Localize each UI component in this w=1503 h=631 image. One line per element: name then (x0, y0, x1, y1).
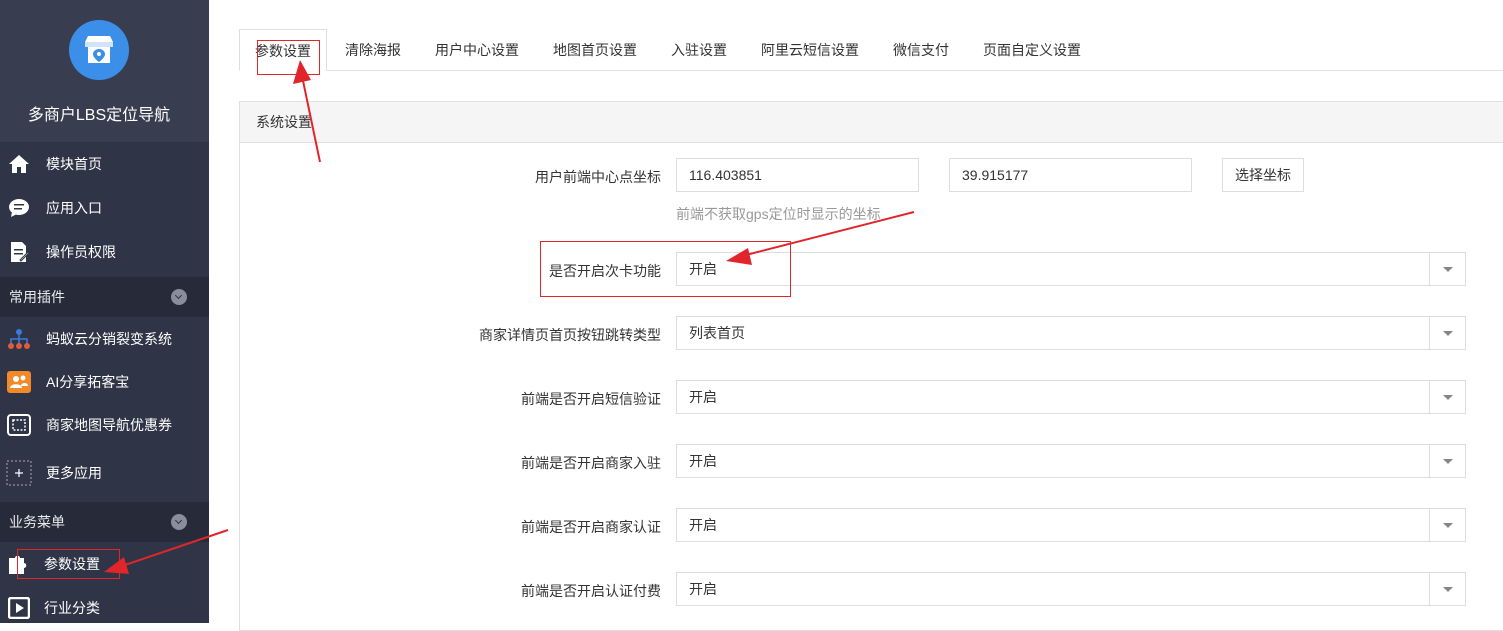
coord-label: 用户前端中心点坐标 (535, 169, 661, 185)
chevron-down-icon (1429, 509, 1465, 541)
auth-payment-select[interactable]: 开启 (676, 572, 1466, 606)
field-label: 前端是否开启认证付费 (521, 583, 661, 599)
sidebar-item-label: 操作员权限 (46, 244, 116, 260)
annotation-box-tab (257, 40, 320, 75)
sidebar-item-ai-share[interactable]: AI分享拓客宝 (0, 362, 209, 402)
app-name: 多商户LBS定位导航 (27, 107, 171, 124)
chevron-down-icon (1429, 445, 1465, 477)
sidebar-group-common-plugins[interactable]: 常用插件 (0, 277, 209, 317)
select-value: 列表首页 (689, 325, 745, 341)
tab-clear-posters[interactable]: 清除海报 (335, 29, 411, 71)
field-label: 商家详情页首页按钮跳转类型 (479, 327, 661, 343)
logo-area: 多商户LBS定位导航 (0, 0, 209, 142)
sidebar-item-operator-permissions[interactable]: 操作员权限 (0, 232, 209, 272)
store-logo-icon (69, 20, 129, 80)
sidebar-item-app-entry[interactable]: 应用入口 (0, 188, 209, 228)
select-value: 开启 (689, 581, 717, 597)
home-icon (4, 152, 34, 176)
annotation-box-card-function (540, 241, 791, 297)
sidebar-item-industry-category[interactable]: 行业分类 (0, 588, 209, 628)
document-edit-icon (4, 240, 34, 264)
field-label: 前端是否开启短信验证 (521, 391, 661, 407)
network-tree-icon (4, 327, 34, 351)
merchant-auth-select[interactable]: 开启 (676, 508, 1466, 542)
sidebar-item-distribution[interactable]: 蚂蚁云分销裂变系统 (0, 319, 209, 359)
sidebar-item-label: 应用入口 (46, 200, 102, 216)
sidebar-item-label: 更多应用 (46, 465, 102, 481)
sidebar-item-more-apps[interactable]: 更多应用 (0, 453, 209, 493)
sidebar-item-label: 模块首页 (46, 156, 102, 172)
chevron-down-icon (1429, 253, 1465, 285)
tab-map-home[interactable]: 地图首页设置 (543, 29, 647, 71)
sidebar-group-business-menu[interactable]: 业务菜单 (0, 502, 209, 542)
panel-title: 系统设置 (240, 102, 1503, 143)
select-value: 开启 (689, 517, 717, 533)
group-label: 业务菜单 (9, 514, 65, 530)
plus-icon (4, 460, 34, 486)
sidebar-item-label: AI分享拓客宝 (46, 374, 130, 390)
chevron-down-icon (1429, 573, 1465, 605)
chat-bubble-icon (4, 196, 34, 220)
sidebar-item-label: 商家地图导航优惠券 (46, 417, 172, 433)
play-box-icon (4, 596, 34, 620)
select-value: 开启 (689, 389, 717, 405)
field-label: 前端是否开启商家入驻 (521, 455, 661, 471)
latitude-input[interactable]: 39.915177 (949, 158, 1192, 192)
sms-verify-select[interactable]: 开启 (676, 380, 1466, 414)
detail-button-jump-select[interactable]: 列表首页 (676, 316, 1466, 350)
merchant-join-select[interactable]: 开启 (676, 444, 1466, 478)
tab-user-center[interactable]: 用户中心设置 (425, 29, 529, 71)
sidebar-item-label: 行业分类 (44, 600, 100, 616)
select-value: 开启 (689, 453, 717, 469)
field-label: 前端是否开启商家认证 (521, 519, 661, 535)
settings-tabs: 参数设置 清除海报 用户中心设置 地图首页设置 入驻设置 阿里云短信设置 微信支… (239, 29, 1503, 71)
choose-coordinate-button[interactable]: 选择坐标 (1222, 158, 1304, 192)
chevron-down-icon (1429, 381, 1465, 413)
tab-wechat-pay[interactable]: 微信支付 (883, 29, 959, 71)
chevron-down-icon (171, 289, 187, 305)
group-label: 常用插件 (9, 289, 65, 305)
card-function-select[interactable]: 开启 (676, 252, 1466, 286)
coord-help-text: 前端不获取gps定位时显示的坐标 (676, 206, 881, 222)
tab-page-custom[interactable]: 页面自定义设置 (973, 29, 1091, 71)
chevron-down-icon (1429, 317, 1465, 349)
chevron-down-icon (171, 514, 187, 530)
users-icon (4, 370, 34, 394)
coupon-icon (4, 413, 34, 437)
annotation-box-sidebar (17, 549, 120, 579)
tab-join-settings[interactable]: 入驻设置 (661, 29, 737, 71)
tab-aliyun-sms[interactable]: 阿里云短信设置 (751, 29, 869, 71)
sidebar-item-map-coupon[interactable]: 商家地图导航优惠券 (0, 405, 209, 445)
sidebar-item-label: 蚂蚁云分销裂变系统 (46, 331, 172, 347)
sidebar-item-module-home[interactable]: 模块首页 (0, 144, 209, 184)
longitude-input[interactable]: 116.403851 (676, 158, 919, 192)
sidebar: 多商户LBS定位导航 模块首页 应用入口 操作员权限 常用插件 蚂蚁云分销裂变系… (0, 0, 209, 623)
